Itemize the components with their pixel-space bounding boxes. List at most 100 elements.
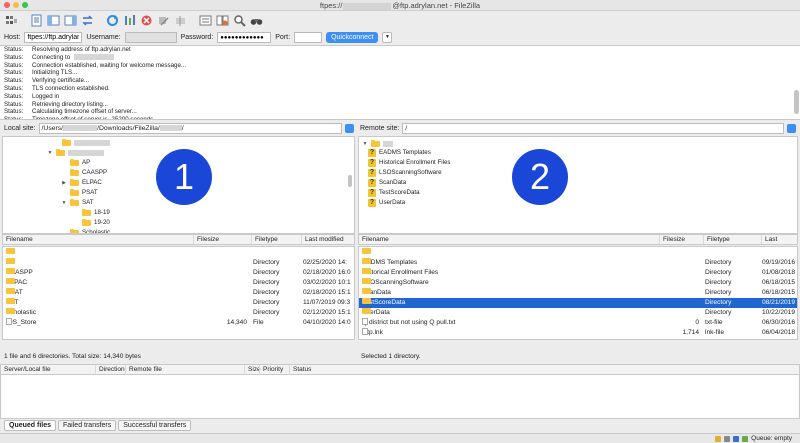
local-col-modified[interactable]: Last modified: [301, 235, 344, 244]
file-row[interactable]: UserData Directory 10/22/2019: [359, 308, 797, 318]
remote-tree-item[interactable]: ? LSOScanningSoftware: [368, 168, 442, 178]
queue-tabs: Queued files Failed transfers Successful…: [4, 420, 192, 432]
process-queue-button[interactable]: [122, 13, 137, 28]
local-tree-item[interactable]: 18-19: [73, 208, 110, 218]
file-row[interactable]: Scholastic Directory 02/12/2020 15:1: [3, 308, 354, 318]
tab-queued-files[interactable]: Queued files: [4, 420, 57, 431]
close-window-button[interactable]: [4, 2, 10, 8]
cancel-button[interactable]: [139, 13, 154, 28]
file-row[interactable]: PSAT Directory 02/18/2020 15:1: [3, 288, 354, 298]
directory-filter-button[interactable]: [198, 13, 213, 28]
local-site-path-input[interactable]: /Users/ /Downloads/FileZilla/ /: [38, 123, 342, 134]
file-row[interactable]: LSOScanningSoftware Directory 06/18/2015: [359, 278, 797, 288]
local-tree-item[interactable]: ▶ ELPAC: [61, 178, 102, 188]
site-manager-button[interactable]: [4, 13, 19, 28]
file-row[interactable]: sftp.lnk 1,714 lnk-file 06/04/2018: [359, 328, 797, 338]
refresh-button[interactable]: [105, 13, 120, 28]
local-tree-scrollbar[interactable]: [348, 175, 352, 187]
expand-arrow-icon[interactable]: ▶: [61, 178, 67, 188]
file-type: Directory: [705, 299, 732, 306]
remote-tree-item[interactable]: ? EADMS Templates: [368, 148, 431, 158]
local-tree-item[interactable]: [53, 138, 110, 148]
reconnect-button[interactable]: [173, 13, 188, 28]
file-row[interactable]: Historical Enrollment Files Directory 01/0…: [359, 268, 797, 278]
local-tree-item[interactable]: PSAT: [61, 188, 98, 198]
message-log[interactable]: Status: Resolving address of ftp.adrylan.…: [0, 45, 800, 120]
queue-col-status[interactable]: Status: [289, 365, 311, 375]
local-site-dropdown[interactable]: [345, 124, 354, 133]
search-button[interactable]: [232, 13, 247, 28]
remote-site-path-input[interactable]: /: [402, 123, 784, 134]
local-col-filename[interactable]: Filename: [3, 235, 33, 244]
process-queue-icon: [125, 15, 135, 25]
remote-file-list[interactable]: ..EADMS Templates Directory 09/19/2016 Hist…: [358, 246, 798, 340]
file-row[interactable]: AP Directory 02/25/2020 14:: [3, 258, 354, 268]
transfer-queue-list[interactable]: [0, 375, 800, 419]
username-input[interactable]: [124, 32, 177, 43]
tab-failed-transfers[interactable]: Failed transfers: [58, 420, 117, 431]
remote-site-dropdown[interactable]: [787, 124, 796, 133]
remote-col-filename[interactable]: Filename: [359, 235, 389, 244]
log-type: Status:: [4, 108, 24, 116]
remote-directory-tree[interactable]: ▼ ? EADMS Templates? Historical Enrollment…: [358, 136, 798, 234]
file-row[interactable]: .DS_Store 14,340 File 04/10/2020 14:0: [3, 318, 354, 328]
toggle-remote-tree-button[interactable]: [63, 13, 78, 28]
unknown-folder-icon: ?: [368, 199, 376, 207]
binoculars-button[interactable]: [249, 13, 264, 28]
file-name-cell: ELPAC: [6, 278, 186, 288]
local-site-label: Local site:: [4, 125, 36, 132]
local-tree-item[interactable]: CAASPP: [61, 168, 107, 178]
queue-col-server-local[interactable]: Server/Local file: [1, 365, 51, 375]
quickconnect-history-dropdown[interactable]: ▼: [382, 32, 393, 43]
host-input[interactable]: [24, 32, 83, 43]
file-row[interactable]: ELPAC Directory 03/02/2020 10:1: [3, 278, 354, 288]
local-tree-item[interactable]: AP: [61, 158, 90, 168]
file-type: Directory: [705, 289, 732, 296]
log-type: Status:: [4, 61, 24, 69]
queue-col-remote-file[interactable]: Remote file: [125, 365, 162, 375]
tab-successful-transfers[interactable]: Successful transfers: [118, 420, 192, 431]
local-file-list[interactable]: ..AP Directory 02/25/2020 14: CAASPP Directo…: [2, 246, 355, 340]
file-row[interactable]: SAT Directory 11/07/2019 09:3: [3, 298, 354, 308]
remote-col-modified[interactable]: Last modified: [761, 235, 797, 244]
message-log-scrollbar[interactable]: [794, 90, 799, 114]
toggle-log-button[interactable]: [29, 13, 44, 28]
remote-col-filesize[interactable]: Filesize: [659, 235, 685, 244]
file-row[interactable]: ..: [359, 248, 797, 258]
redacted-folder-name: [68, 150, 104, 156]
local-col-filesize[interactable]: Filesize: [193, 235, 219, 244]
file-row[interactable]: ..: [3, 248, 354, 258]
toggle-transfer-queue-icon: [82, 15, 93, 26]
queue-col-direction[interactable]: Direction: [95, 365, 125, 375]
file-row[interactable]: TestScoreData Directory 08/21/2019: [359, 298, 797, 308]
remote-tree-item[interactable]: ? TestScoreData: [368, 188, 420, 198]
remote-tree-item[interactable]: ? Historical Enrollment Files: [368, 158, 451, 168]
quickconnect-button[interactable]: Quickconnect: [326, 32, 379, 43]
zoom-window-button[interactable]: [22, 2, 28, 8]
toggle-local-tree-button[interactable]: [46, 13, 61, 28]
minimize-window-button[interactable]: [13, 2, 19, 8]
toggle-comparison-button[interactable]: [215, 13, 230, 28]
file-name-cell: CAASPP: [6, 268, 186, 278]
local-tree-item[interactable]: ▼: [47, 148, 104, 158]
toggle-transfer-queue-button[interactable]: [80, 13, 95, 28]
tree-item-label: 18-19: [94, 209, 110, 216]
local-tree-item[interactable]: 19-20: [73, 218, 110, 228]
remote-tree-item[interactable]: ? UserData: [368, 198, 405, 208]
remote-col-filetype[interactable]: Filetype: [703, 235, 730, 244]
disconnect-button[interactable]: [156, 13, 171, 28]
file-row[interactable]: CAASPP Directory 02/18/2020 16:0: [3, 268, 354, 278]
collapse-arrow-icon[interactable]: ▼: [61, 198, 67, 208]
collapse-arrow-icon[interactable]: ▼: [47, 148, 53, 158]
local-tree-item[interactable]: ▼ SAT: [61, 198, 94, 208]
file-modified: 09/19/2016: [762, 259, 796, 266]
remote-tree-item[interactable]: ? ScanData: [368, 178, 406, 188]
file-row[interactable]: ScanData Directory 06/18/2015: [359, 288, 797, 298]
port-input[interactable]: [294, 32, 323, 43]
password-input[interactable]: [217, 32, 272, 43]
local-col-filetype[interactable]: Filetype: [251, 235, 278, 244]
local-pane-badge: 1: [156, 149, 212, 205]
file-row[interactable]: EADMS Templates Directory 09/19/2016: [359, 258, 797, 268]
file-row[interactable]: Q district but not using Q pull.txt 0 txt-…: [359, 318, 797, 328]
queue-col-priority[interactable]: Priority: [259, 365, 283, 375]
